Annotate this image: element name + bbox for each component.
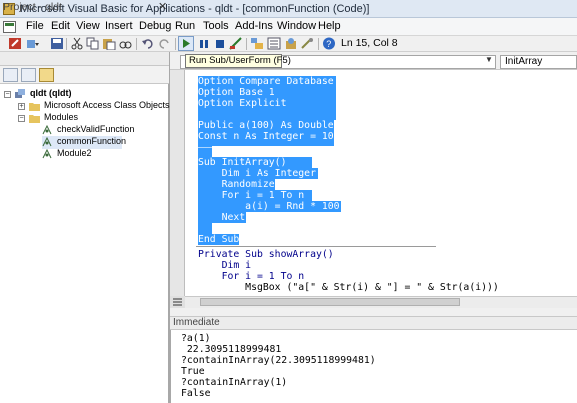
- module-icon: [42, 149, 52, 159]
- insert-module-icon[interactable]: [26, 37, 40, 50]
- view-object-button[interactable]: [21, 68, 36, 82]
- scrollbar-thumb[interactable]: [200, 298, 460, 306]
- module-icon: [42, 125, 52, 135]
- tree-label: commonFunction: [57, 136, 127, 146]
- code-line: For i = 1 To n: [198, 190, 305, 201]
- code-line: Option Explicit: [198, 98, 287, 109]
- break-icon[interactable]: [197, 37, 211, 50]
- object-browser-icon[interactable]: [284, 37, 298, 50]
- undo-icon[interactable]: [141, 37, 155, 50]
- toolbox-icon[interactable]: [300, 37, 314, 50]
- immediate-line: ?a(1): [181, 333, 211, 344]
- immediate-window[interactable]: [170, 330, 577, 403]
- view-code-button[interactable]: [3, 68, 18, 82]
- project-icon: [15, 89, 25, 98]
- immediate-line: ?containInArray(22.3095118999481): [181, 355, 376, 366]
- menu-run[interactable]: Run: [175, 20, 195, 32]
- svg-text:?: ?: [326, 39, 331, 49]
- menu-window[interactable]: Window: [277, 20, 316, 32]
- menu-edit[interactable]: Edit: [51, 20, 70, 32]
- code-line: Dim i As Integer: [198, 168, 316, 179]
- breakpoint-margin[interactable]: [170, 70, 185, 296]
- project-explorer-icon[interactable]: [250, 37, 264, 50]
- procedure-combo-value: InitArray: [505, 56, 543, 67]
- tree-label: Modules: [44, 112, 79, 122]
- immediate-line: True: [181, 366, 205, 377]
- menu-help[interactable]: Help: [318, 20, 341, 32]
- project-panel-toolbar: [0, 66, 169, 84]
- collapse-icon[interactable]: −: [18, 115, 25, 122]
- tree-node-module[interactable]: Module2: [42, 148, 166, 161]
- code-line: MsgBox ("a[" & Str(i) & "] = " & Str(a(i…: [198, 282, 499, 293]
- code-line: a(i) = Rnd * 100: [198, 201, 340, 212]
- menu-insert[interactable]: Insert: [105, 20, 133, 32]
- tree-label: Module2: [57, 148, 92, 158]
- immediate-line: ?containInArray(1): [181, 377, 288, 388]
- selection-block: [198, 223, 212, 234]
- code-line: Private Sub showArray(): [198, 249, 334, 260]
- code-line: Dim i: [198, 260, 252, 271]
- code-line: Const n As Integer = 10: [198, 131, 334, 142]
- menu-add-ins[interactable]: Add-Ins: [235, 20, 273, 32]
- run-icon: [183, 39, 190, 48]
- help-icon[interactable]: ?: [322, 37, 336, 50]
- toggle-folders-button[interactable]: [39, 68, 54, 82]
- reset-icon[interactable]: [213, 37, 227, 50]
- code-line: Sub InitArray(): [198, 157, 287, 168]
- window-title: Microsoft Visual Basic for Applications …: [20, 3, 370, 15]
- immediate-line: False: [181, 388, 211, 399]
- immediate-title: Immediate: [173, 317, 220, 328]
- procedure-separator: [196, 246, 436, 247]
- view-access-icon[interactable]: [8, 37, 22, 50]
- design-mode-icon[interactable]: [229, 37, 243, 50]
- chevron-down-icon[interactable]: ▼: [485, 55, 493, 64]
- tree-label: checkValidFunction: [57, 124, 135, 134]
- folder-open-icon: [29, 115, 40, 123]
- cut-icon[interactable]: [70, 37, 84, 50]
- menu-file[interactable]: File: [26, 20, 44, 32]
- paste-icon[interactable]: [102, 37, 116, 50]
- properties-window-icon[interactable]: [267, 37, 281, 50]
- code-line: Randomize: [198, 179, 275, 190]
- tree-label: Microsoft Access Class Objects: [44, 100, 170, 110]
- view-buttons: [170, 296, 185, 308]
- module-icon: [42, 137, 52, 147]
- copy-icon[interactable]: [86, 37, 100, 50]
- code-line: Option Compare Database: [198, 76, 334, 87]
- menu-debug[interactable]: Debug: [139, 20, 171, 32]
- excel-view-icon[interactable]: [3, 21, 16, 33]
- folder-icon: [29, 103, 40, 111]
- redo-icon[interactable]: [157, 37, 171, 50]
- project-panel-header: [0, 52, 169, 66]
- tree-label: qldt (qldt): [30, 88, 72, 98]
- close-icon[interactable]: ✕: [158, 0, 167, 13]
- menu-view[interactable]: View: [76, 20, 100, 32]
- standard-toolbar: ?: [0, 36, 577, 52]
- project-panel-title: Project - qldt: [3, 1, 62, 13]
- procedure-divider: [196, 147, 436, 148]
- collapse-icon[interactable]: −: [4, 91, 11, 98]
- menu-bar: File Edit View Insert Debug Run Tools Ad…: [0, 18, 577, 36]
- run-button[interactable]: [178, 36, 194, 51]
- run-tooltip: Run Sub/UserForm (F5): [185, 54, 291, 68]
- menu-tools[interactable]: Tools: [203, 20, 229, 32]
- procedure-view-icon[interactable]: [170, 296, 185, 308]
- code-line: Public a(100) As Double: [198, 120, 334, 131]
- code-line: Next: [198, 212, 246, 223]
- code-line: For i = 1 To n: [198, 271, 305, 282]
- expand-icon[interactable]: +: [18, 103, 25, 110]
- immediate-line: 22.3095118999481: [181, 344, 282, 355]
- cursor-position: Ln 15, Col 8: [341, 37, 398, 49]
- project-tree: − qldt (qldt) + Microsoft Access Class O…: [0, 84, 170, 403]
- code-line: Option Base 1: [198, 87, 275, 98]
- save-icon[interactable]: [50, 37, 64, 50]
- code-line: End Sub: [198, 234, 240, 245]
- immediate-header: [170, 316, 577, 330]
- find-icon[interactable]: [118, 37, 132, 50]
